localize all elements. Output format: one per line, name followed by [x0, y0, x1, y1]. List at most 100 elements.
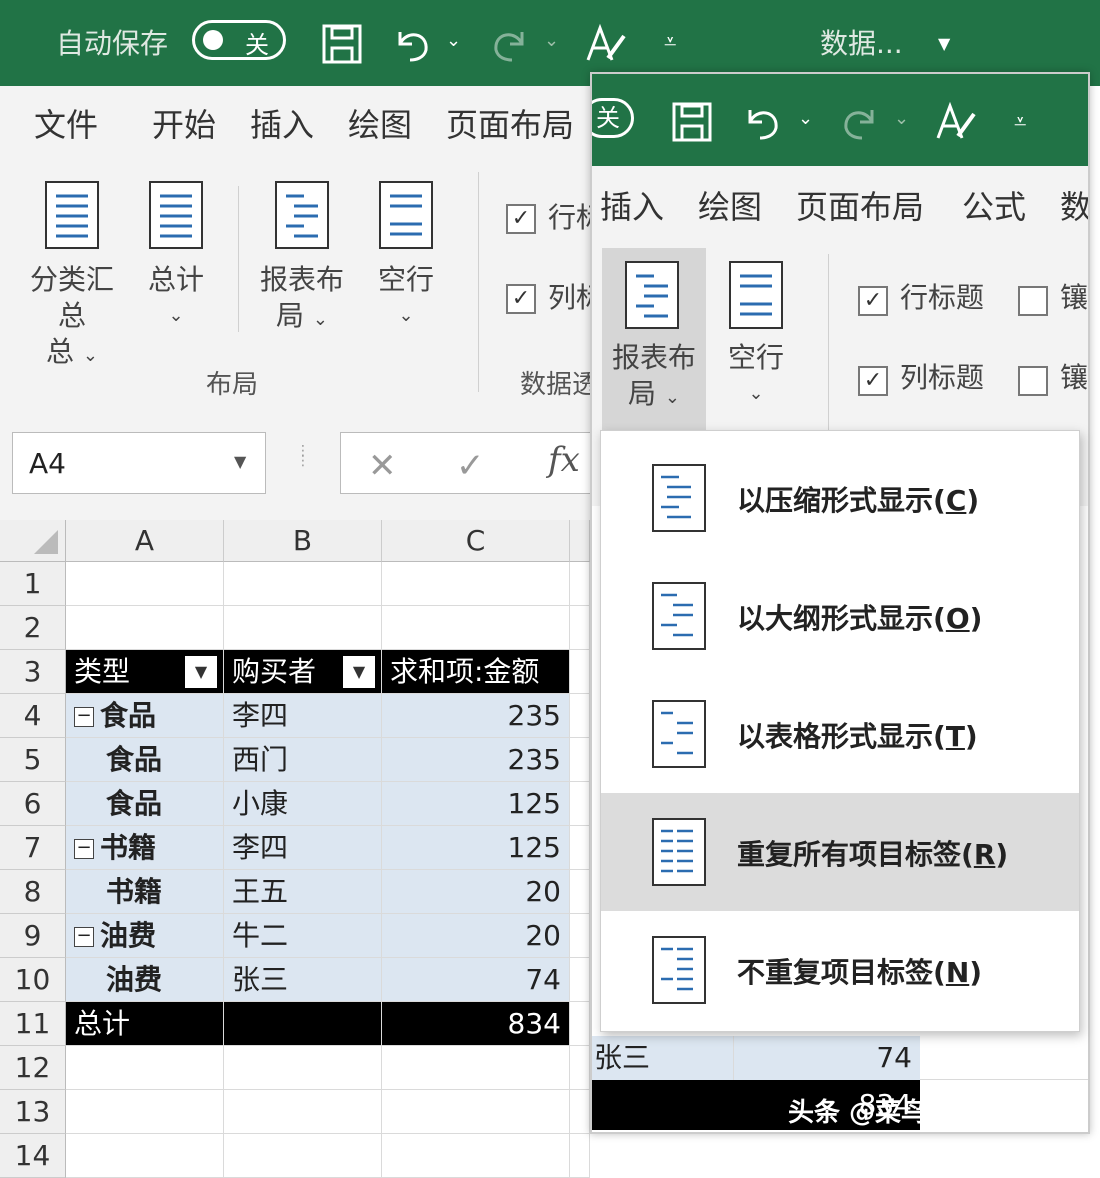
outline-form-item[interactable]: 以大纲形式显示(O) [601, 557, 1079, 675]
pivot-cell-amount[interactable]: 74 [382, 958, 570, 1002]
subtotals-button[interactable]: 分类汇总 总 ⌄ [22, 262, 122, 374]
report-layout-button-2[interactable]: 报表布 局 ⌄ [602, 248, 706, 432]
select-all-corner[interactable] [0, 520, 66, 562]
cell[interactable] [570, 782, 590, 826]
customize-qat-icon[interactable]: ⩡ [664, 30, 676, 55]
col-headers-checkbox[interactable]: ✓ [506, 284, 536, 314]
cell[interactable] [66, 1090, 224, 1134]
tab-data-2[interactable]: 数 [1060, 182, 1088, 228]
cell[interactable] [570, 914, 590, 958]
cell-empty-bottom[interactable] [920, 1036, 1088, 1080]
pivot-cell-type[interactable]: 书籍 [66, 870, 224, 914]
pivot-cell-type[interactable]: − 油费 [66, 914, 224, 958]
spelling-icon-2[interactable] [934, 100, 978, 144]
cell[interactable] [66, 606, 224, 650]
cell[interactable] [382, 1090, 570, 1134]
row-header[interactable]: 8 [0, 870, 66, 914]
cell[interactable] [570, 1090, 590, 1134]
cell[interactable] [382, 1134, 570, 1178]
splitter-handle[interactable]: ⋮ ⋮ [296, 444, 310, 468]
tab-insert-2[interactable]: 插入 [600, 182, 664, 228]
column-header-d[interactable] [570, 520, 590, 562]
autosave-toggle-2[interactable]: 关 [592, 98, 634, 138]
undo-icon-2[interactable] [742, 102, 782, 142]
row-header[interactable]: 5 [0, 738, 66, 782]
row-header[interactable]: 10 [0, 958, 66, 1002]
pivot-cell-type[interactable]: 食品 [66, 738, 224, 782]
cell[interactable] [224, 606, 382, 650]
filter-dropdown-icon[interactable]: ▼ [185, 656, 217, 688]
column-header-c[interactable]: C [382, 520, 570, 562]
spelling-icon[interactable] [584, 22, 628, 66]
cell-amount-bottom[interactable]: 74 [734, 1036, 920, 1080]
cell[interactable] [570, 826, 590, 870]
pivot-cell-buyer[interactable]: 李四 [224, 694, 382, 738]
cell[interactable] [382, 606, 570, 650]
pivot-total-value[interactable]: 834 [382, 1002, 570, 1046]
cell[interactable] [224, 1046, 382, 1090]
banded-rows-checkbox-2[interactable] [1018, 286, 1048, 316]
cell[interactable] [224, 1090, 382, 1134]
pivot-cell-amount[interactable]: 235 [382, 694, 570, 738]
pivot-cell-type[interactable]: 油费 [66, 958, 224, 1002]
cell[interactable] [570, 606, 590, 650]
grand-totals-button[interactable]: 总计 ⌄ [136, 262, 216, 334]
no-repeat-labels-item[interactable]: 不重复项目标签(N) [601, 911, 1079, 1029]
row-header[interactable]: 6 [0, 782, 66, 826]
row-header[interactable]: 4 [0, 694, 66, 738]
row-headers-checkbox-2[interactable]: ✓ [858, 286, 888, 316]
pivot-cell-amount[interactable]: 20 [382, 914, 570, 958]
cell[interactable] [570, 650, 590, 694]
row-header[interactable]: 13 [0, 1090, 66, 1134]
pivot-total-blank[interactable] [224, 1002, 382, 1046]
search-box[interactable]: 数据... [820, 22, 903, 62]
cell[interactable] [66, 1046, 224, 1090]
customize-qat-icon-2[interactable]: ⩡ [1014, 110, 1026, 135]
pivot-cell-buyer[interactable]: 小康 [224, 782, 382, 826]
save-icon[interactable] [322, 24, 362, 64]
insert-function-icon[interactable]: fx [548, 440, 580, 480]
col-headers-checkbox-2[interactable]: ✓ [858, 366, 888, 396]
blank-rows-button[interactable]: 空行 ⌄ [366, 262, 446, 334]
cell[interactable] [66, 562, 224, 606]
tab-insert[interactable]: 插入 [250, 100, 314, 146]
collapse-icon[interactable]: − [74, 839, 94, 859]
cell[interactable] [570, 562, 590, 606]
row-header[interactable]: 7 [0, 826, 66, 870]
pivot-cell-type[interactable]: − 书籍 [66, 826, 224, 870]
pivot-cell-buyer[interactable]: 李四 [224, 826, 382, 870]
row-headers-checkbox[interactable]: ✓ [506, 204, 536, 234]
pivot-cell-amount[interactable]: 20 [382, 870, 570, 914]
undo-dropdown-icon-2[interactable]: ⌄ [798, 108, 813, 129]
name-box-dropdown-icon[interactable]: ▼ [234, 452, 246, 471]
filter-dropdown-icon[interactable]: ▼ [343, 656, 375, 688]
tab-file[interactable]: 文件 [34, 100, 98, 146]
enter-icon[interactable]: ✓ [456, 446, 485, 486]
undo-icon[interactable] [392, 24, 432, 64]
search-dropdown-icon[interactable]: ▼ [938, 34, 950, 53]
row-header[interactable]: 11 [0, 1002, 66, 1046]
pivot-cell-buyer[interactable]: 张三 [224, 958, 382, 1002]
row-header[interactable]: 1 [0, 562, 66, 606]
tab-draw-2[interactable]: 绘图 [698, 182, 762, 228]
row-header[interactable]: 12 [0, 1046, 66, 1090]
tab-page-layout-2[interactable]: 页面布局 [796, 182, 924, 228]
save-icon-2[interactable] [672, 102, 712, 142]
tab-home[interactable]: 开始 [152, 100, 216, 146]
row-header[interactable]: 3 [0, 650, 66, 694]
row-header[interactable]: 14 [0, 1134, 66, 1178]
cell[interactable] [570, 738, 590, 782]
cell[interactable] [382, 1046, 570, 1090]
pivot-cell-amount[interactable]: 125 [382, 782, 570, 826]
column-header-a[interactable]: A [66, 520, 224, 562]
cell[interactable] [224, 562, 382, 606]
report-layout-button[interactable]: 报表布 局 ⌄ [252, 262, 352, 338]
pivot-total-label[interactable]: 总计 [66, 1002, 224, 1046]
pivot-cell-buyer[interactable]: 西门 [224, 738, 382, 782]
cell[interactable] [570, 870, 590, 914]
tab-draw[interactable]: 绘图 [348, 100, 412, 146]
pivot-cell-type[interactable]: 食品 [66, 782, 224, 826]
cancel-icon[interactable]: ✕ [368, 446, 397, 486]
pivot-header-type[interactable]: 类型 ▼ [66, 650, 224, 694]
pivot-cell-buyer[interactable]: 王五 [224, 870, 382, 914]
